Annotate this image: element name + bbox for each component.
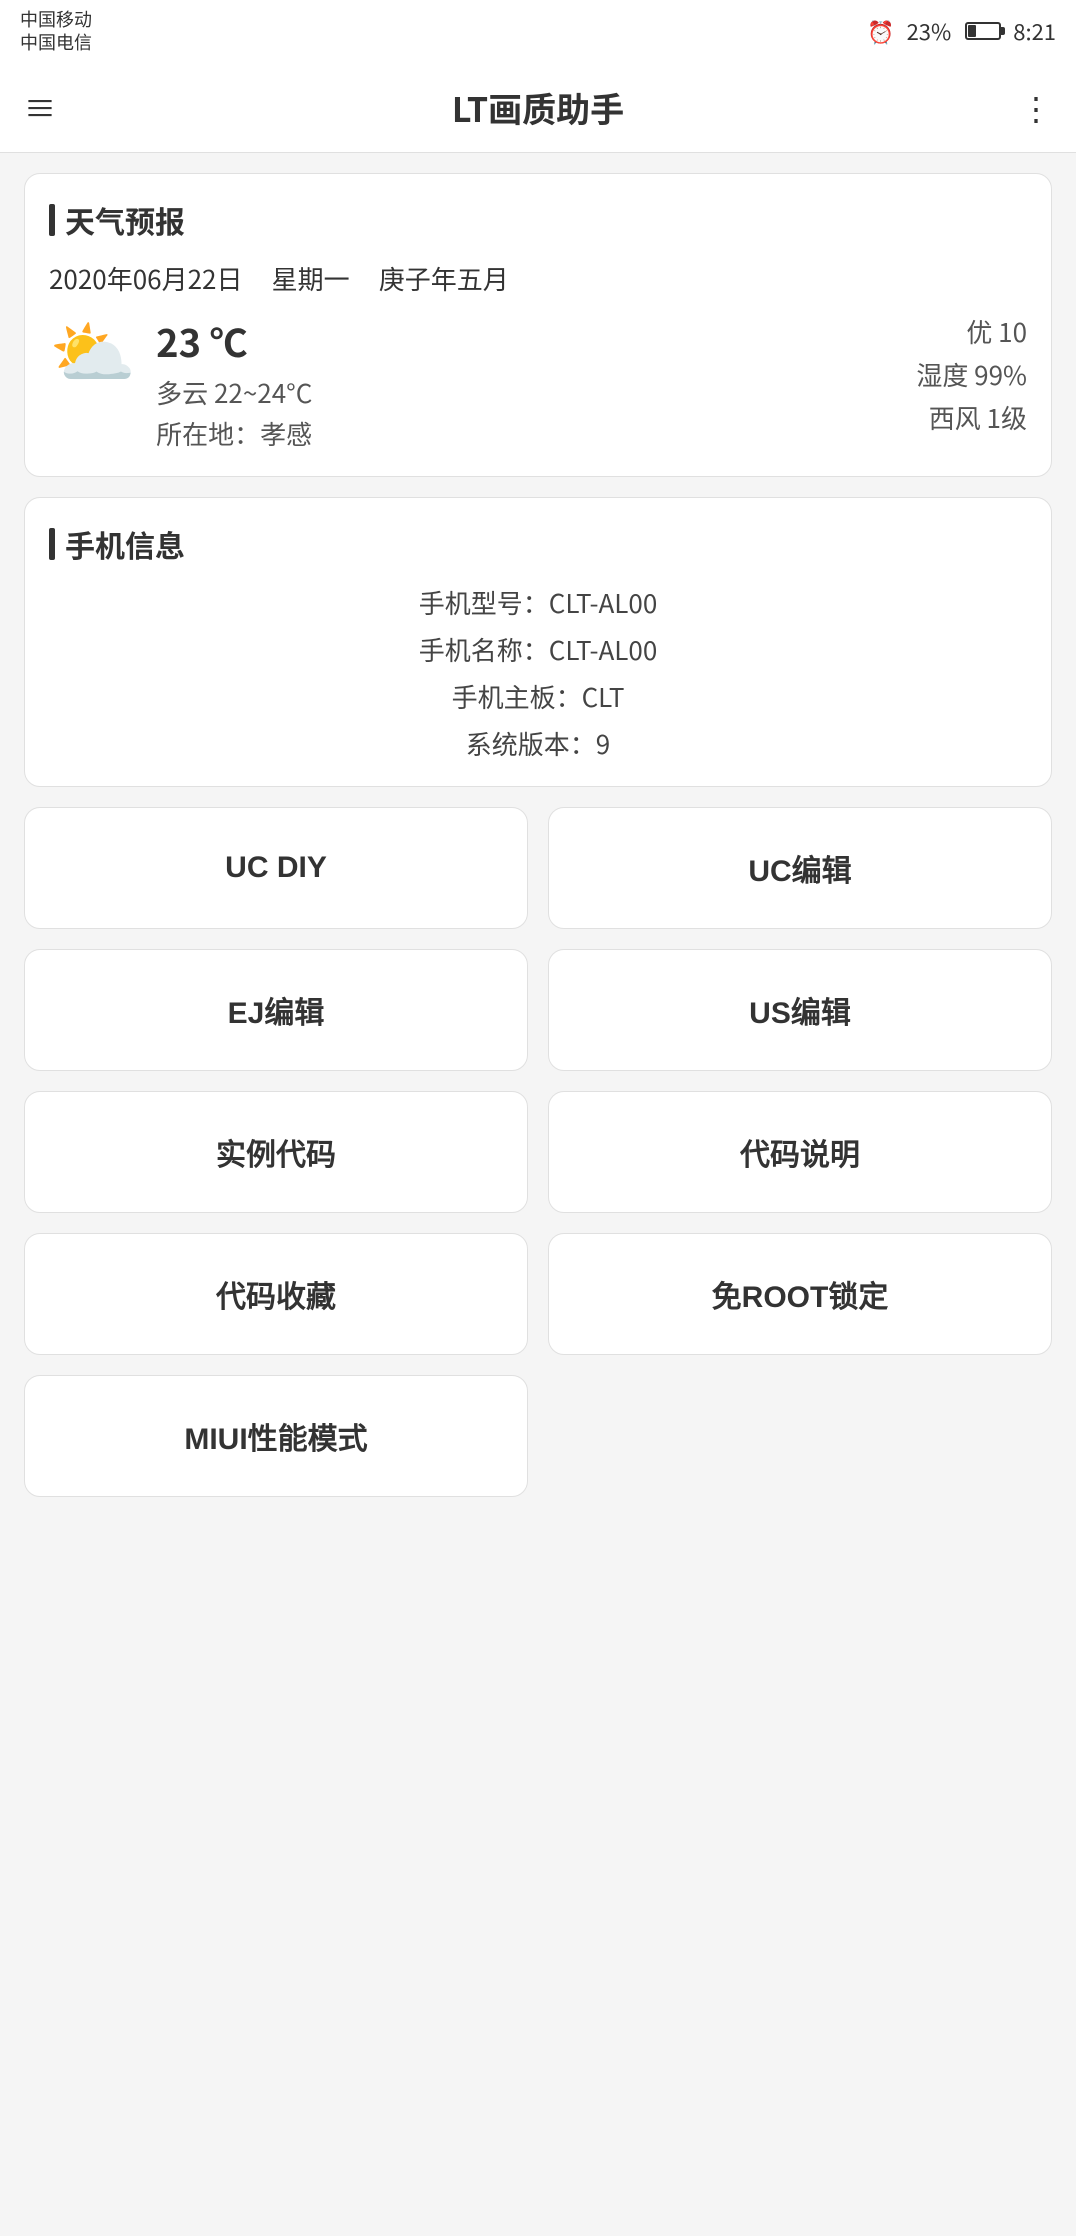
- app-title: LT画质助手: [56, 83, 1020, 132]
- phone-info-section-title: 手机信息: [65, 522, 185, 566]
- weather-details: 23 ℃ 多云 22~24°C 所在地：孝感: [156, 313, 312, 452]
- no-root-lock-button[interactable]: 免ROOT锁定: [548, 1233, 1052, 1355]
- battery-percent: 23%: [907, 15, 952, 47]
- ej-edit-button[interactable]: EJ编辑: [24, 949, 528, 1071]
- phone-model-row: 手机型号：CLT-AL00: [419, 584, 658, 621]
- weather-main: ⛅ 23 ℃ 多云 22~24°C 所在地：孝感: [49, 313, 312, 452]
- phone-version-row: 系统版本：9: [466, 725, 610, 762]
- weather-location: 所在地：孝感: [156, 415, 312, 452]
- weather-section-title: 天气预报: [65, 198, 185, 242]
- time-display: 8:21: [1013, 15, 1056, 47]
- weather-lunar: 庚子年五月: [379, 260, 509, 297]
- alarm-icon: ⏰: [867, 15, 894, 47]
- weather-card: 天气预报 2020年06月22日 星期一 庚子年五月 ⛅ 23 ℃ 多云 22~…: [24, 173, 1052, 477]
- weather-weekday: 星期一: [272, 260, 350, 297]
- carrier2-label: 中国电信: [20, 31, 92, 54]
- main-content: 天气预报 2020年06月22日 星期一 庚子年五月 ⛅ 23 ℃ 多云 22~…: [0, 153, 1076, 1517]
- weather-title: 天气预报: [49, 198, 1027, 242]
- button-row-5: MIUI性能模式: [24, 1375, 1052, 1497]
- weather-humidity: 湿度 99%: [916, 356, 1027, 393]
- phone-info-card: 手机信息 手机型号：CLT-AL00 手机名称：CLT-AL00 手机主板：CL…: [24, 497, 1052, 787]
- more-options-icon[interactable]: ⋮: [1020, 84, 1052, 130]
- code-desc-button[interactable]: 代码说明: [548, 1091, 1052, 1213]
- app-bar: ≡ LT画质助手 ⋮: [0, 63, 1076, 153]
- button-row-1: UC DIY UC编辑: [24, 807, 1052, 929]
- phone-name-row: 手机名称：CLT-AL00: [419, 631, 658, 668]
- weather-icon-area: ⛅: [49, 313, 136, 383]
- weather-description: 多云 22~24°C: [156, 374, 312, 411]
- status-bar: 中国移动 中国电信 ⏰ 23% 8:21: [0, 0, 1076, 63]
- status-right: ⏰ 23% 8:21: [867, 15, 1056, 47]
- code-collect-button[interactable]: 代码收藏: [24, 1233, 528, 1355]
- us-edit-button[interactable]: US编辑: [548, 949, 1052, 1071]
- uc-diy-button[interactable]: UC DIY: [24, 807, 528, 929]
- carrier-info: 中国移动 中国电信: [20, 8, 92, 55]
- weather-date: 2020年06月22日: [49, 260, 242, 297]
- hamburger-menu-icon[interactable]: ≡: [24, 91, 56, 123]
- title-bar-decorator: [49, 204, 55, 236]
- weather-icon: ⛅: [49, 313, 136, 383]
- uc-edit-button[interactable]: UC编辑: [548, 807, 1052, 929]
- battery-icon: [965, 22, 1001, 40]
- button-row-3: 实例代码 代码说明: [24, 1091, 1052, 1213]
- phone-info-body: 手机型号：CLT-AL00 手机名称：CLT-AL00 手机主板：CLT 系统版…: [49, 584, 1027, 762]
- weather-air-quality: 优 10: [966, 313, 1027, 350]
- weather-extra: 优 10 湿度 99% 西风 1级: [916, 313, 1027, 452]
- button-row-4: 代码收藏 免ROOT锁定: [24, 1233, 1052, 1355]
- weather-temperature: 23 ℃: [156, 313, 312, 368]
- weather-body: ⛅ 23 ℃ 多云 22~24°C 所在地：孝感 优 10 湿度 99% 西风 …: [49, 313, 1027, 452]
- miui-perf-button[interactable]: MIUI性能模式: [24, 1375, 528, 1497]
- weather-wind: 西风 1级: [929, 399, 1027, 436]
- title-bar-decorator-2: [49, 528, 55, 560]
- example-code-button[interactable]: 实例代码: [24, 1091, 528, 1213]
- phone-info-title: 手机信息: [49, 522, 1027, 566]
- phone-board-row: 手机主板：CLT: [452, 678, 625, 715]
- weather-date-row: 2020年06月22日 星期一 庚子年五月: [49, 260, 1027, 297]
- carrier1-label: 中国移动: [20, 8, 92, 31]
- button-row-2: EJ编辑 US编辑: [24, 949, 1052, 1071]
